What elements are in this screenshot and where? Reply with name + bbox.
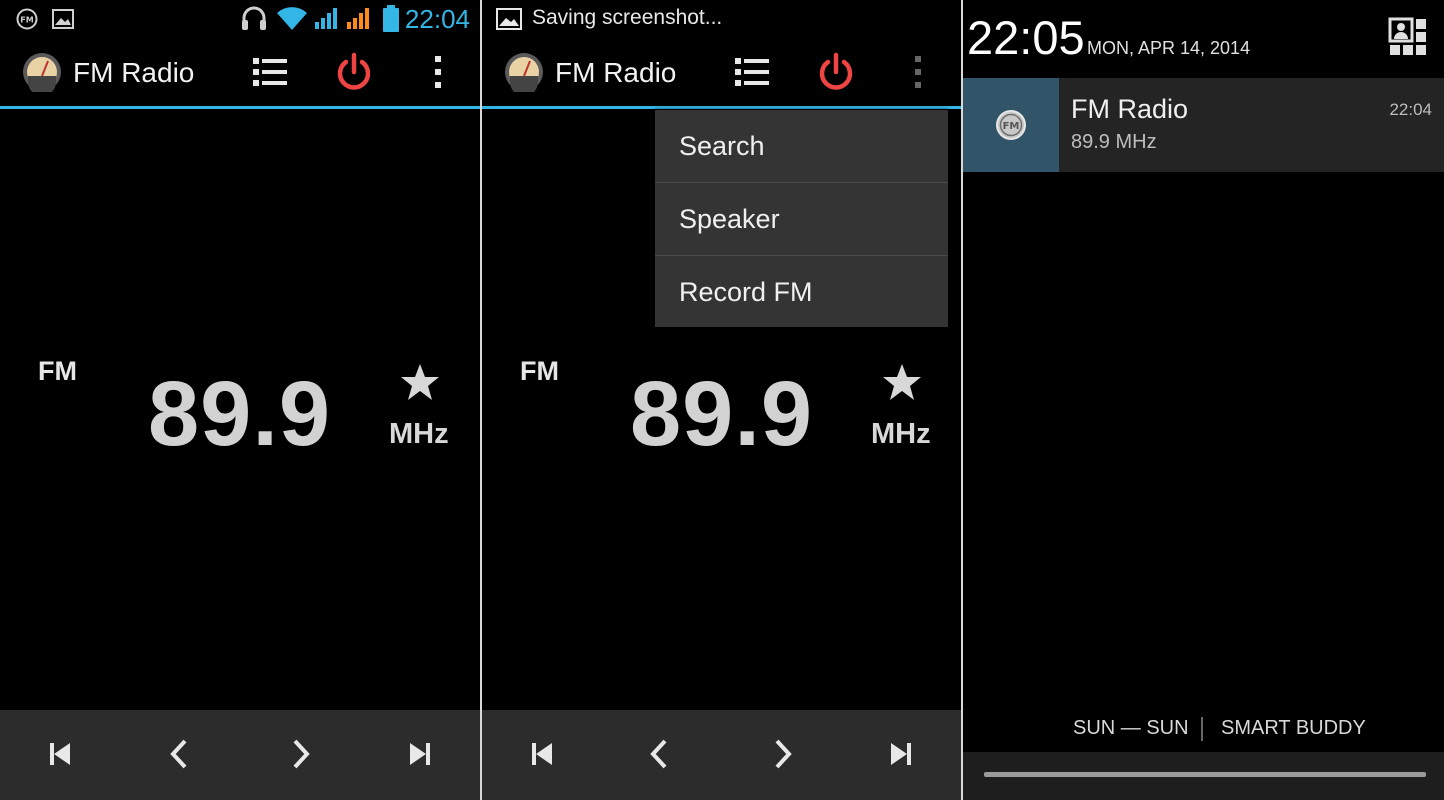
step-down-icon[interactable] [640,734,680,774]
headset-icon [242,6,266,30]
screenshot-icon [496,8,522,30]
status-bar: FM 22:04 [0,0,480,38]
overflow-menu: Search Speaker Record FM [655,110,948,327]
fm-radio-screen: FM 22:04 FM Radio FM 89.9 MHz [0,0,480,800]
carrier-sim2: SMART BUDDY [1221,717,1366,739]
fm-notification-icon: FM [996,110,1026,140]
seek-previous-icon[interactable] [40,734,80,774]
notification-shade: 22:05 MON, APR 14, 2014 FM FM Radio 89.9… [963,0,1444,800]
battery-icon [383,5,399,32]
overflow-menu-icon[interactable] [418,52,458,92]
tuning-bar [482,710,961,800]
fm-radio-notification[interactable]: FM FM Radio 89.9 MHz 22:04 [963,78,1444,172]
power-icon[interactable] [334,52,374,92]
frequency-display: 89.9 [148,363,332,465]
status-bar: Saving screenshot... [482,0,961,38]
signal-sim1-icon [315,8,337,29]
shade-date: MON, APR 14, 2014 [1087,38,1251,58]
notification-time: 22:04 [1389,100,1432,119]
svg-text:FM: FM [20,16,33,25]
fm-radio-app-icon [505,53,543,92]
seek-next-icon[interactable] [881,734,921,774]
notification-icon-text: FM [1003,121,1020,132]
step-down-icon[interactable] [160,734,200,774]
carrier-separator [1201,717,1203,741]
action-bar: FM Radio [482,38,961,106]
step-up-icon[interactable] [762,734,802,774]
notification-subtitle: 89.9 MHz [1071,131,1157,153]
favorite-star-icon[interactable] [882,362,922,402]
quick-settings-icon[interactable] [1388,17,1428,57]
menu-item-speaker[interactable]: Speaker [655,183,948,256]
action-bar-divider [0,106,480,109]
shade-clock: 22:05 [967,11,1085,64]
fm-radio-menu-screen: Saving screenshot... FM Radio FM 89.9 MH… [482,0,961,800]
menu-item-search[interactable]: Search [655,110,948,183]
image-notification-icon [52,9,74,29]
signal-sim2-icon [347,8,369,29]
frequency-display: 89.9 [630,363,814,465]
seek-next-icon[interactable] [400,734,440,774]
app-title: FM Radio [73,57,195,88]
action-bar-divider [482,106,961,109]
menu-item-record-fm[interactable]: Record FM [655,256,948,328]
status-time: 22:04 [404,4,470,34]
status-notification-text: Saving screenshot... [532,6,723,29]
fm-notification-icon: FM [16,8,38,30]
seek-previous-icon[interactable] [522,734,562,774]
action-bar: FM Radio [0,38,480,106]
shade-drag-handle[interactable] [984,772,1426,777]
carrier-sim1: SUN — SUN [1073,717,1189,739]
app-title: FM Radio [555,57,677,88]
step-up-icon[interactable] [280,734,320,774]
band-label: FM [38,356,77,386]
frequency-unit: MHz [871,418,931,450]
notification-icon-box: FM [963,78,1059,172]
overflow-menu-icon[interactable] [898,52,938,92]
station-list-icon[interactable] [732,52,772,92]
tuning-bar [0,710,480,800]
band-label: FM [520,356,559,386]
wifi-icon [277,7,307,31]
shade-bottom-bar [963,752,1444,800]
favorite-star-icon[interactable] [400,362,440,402]
power-icon[interactable] [816,52,856,92]
notification-title: FM Radio [1071,94,1189,124]
frequency-unit: MHz [389,418,449,450]
station-list-icon[interactable] [250,52,290,92]
fm-radio-app-icon [23,53,61,92]
